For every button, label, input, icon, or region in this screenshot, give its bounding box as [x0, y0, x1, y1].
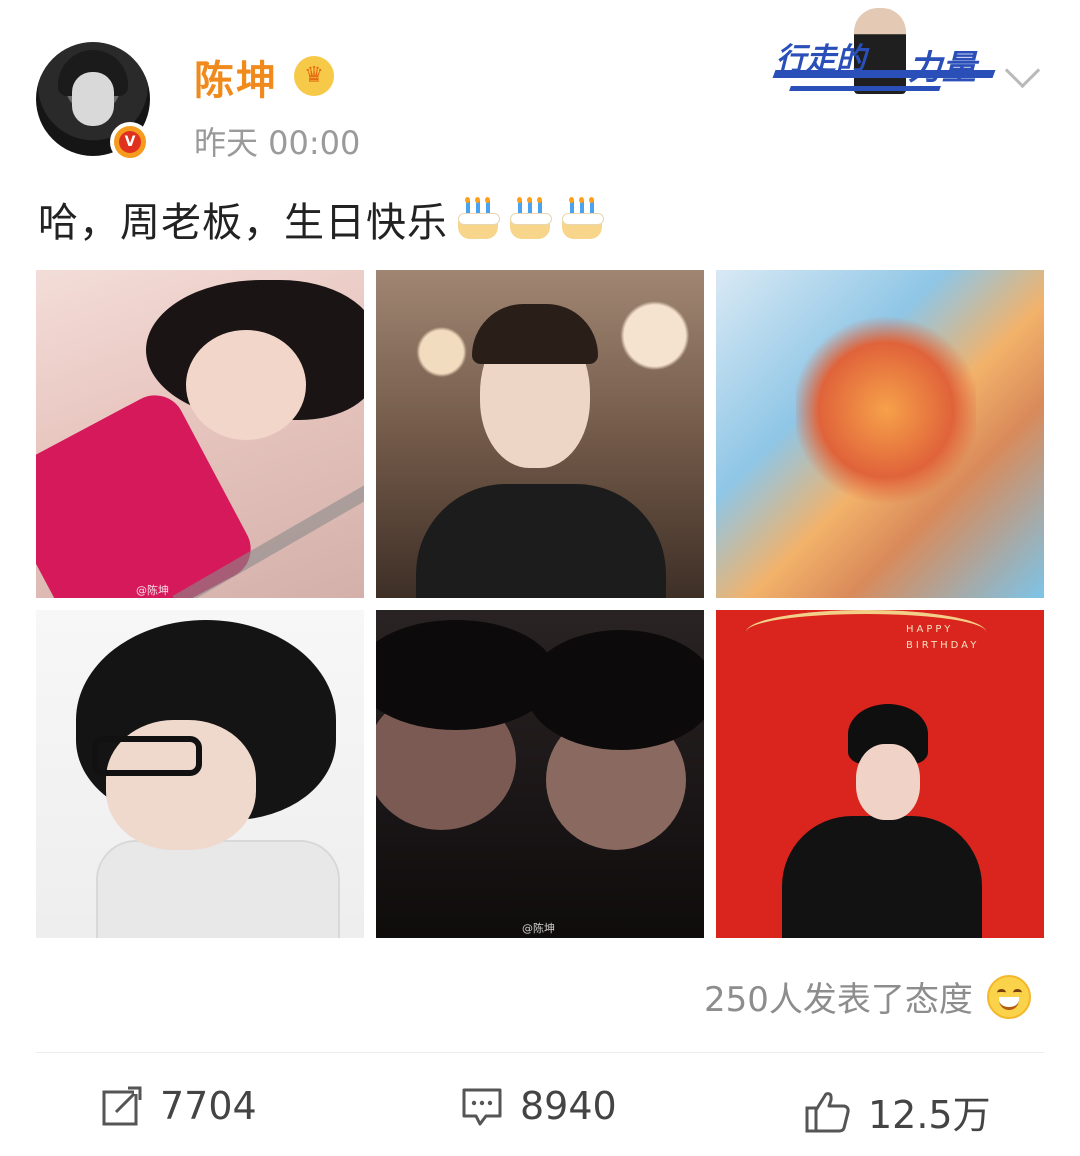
banner-text-line2: 力量 [908, 48, 976, 88]
comment-button[interactable]: 8940 [460, 1084, 617, 1128]
comment-count: 8940 [520, 1084, 617, 1128]
photo-4[interactable] [36, 610, 364, 938]
laugh-emoji-icon [986, 974, 1031, 1019]
post-timestamp: 昨天 00:00 [194, 124, 361, 162]
crown-icon[interactable]: ♛ [294, 56, 334, 96]
photo-2[interactable] [376, 270, 704, 598]
avatar-face [72, 72, 114, 126]
photo-5[interactable]: @陈坤 [376, 610, 704, 938]
author-name[interactable]: 陈坤 [194, 48, 278, 106]
reaction-summary[interactable]: 250人发表了态度 [704, 972, 1031, 1021]
like-count: 12.5万 [868, 1093, 991, 1137]
post-body: 哈，周老板，生日快乐 [38, 190, 604, 248]
promo-banner[interactable]: 行走的 力量 [770, 8, 1000, 100]
chevron-down-icon[interactable] [1004, 52, 1041, 89]
repost-button[interactable]: 7704 [100, 1084, 257, 1128]
divider [36, 1052, 1044, 1053]
weibo-post-card: V 陈坤 ♛ 昨天 00:00 行走的 力量 哈，周老板，生日快乐 @陈坤 @陈… [0, 0, 1080, 1156]
repost-icon [102, 1084, 144, 1126]
cake-emoji-icon [456, 197, 500, 241]
photo-6[interactable]: HAPPY BIRTHDAY [716, 610, 1044, 938]
cake-emoji-icon [560, 197, 604, 241]
repost-count: 7704 [160, 1084, 257, 1128]
reaction-count-text: 250人发表了态度 [704, 980, 973, 1020]
comment-icon [462, 1088, 502, 1126]
like-button[interactable]: 12.5万 [804, 1084, 991, 1139]
verified-v-icon: V [110, 122, 150, 162]
photo-3[interactable] [716, 270, 1044, 598]
banner-text-line1: 行走的 [776, 42, 866, 77]
photo-1[interactable]: @陈坤 [36, 270, 364, 598]
thumbs-up-icon [805, 1091, 850, 1132]
photo-watermark: @陈坤 [136, 584, 169, 597]
cake-emoji-icon [508, 197, 552, 241]
post-text: 哈，周老板，生日快乐 [38, 200, 448, 246]
photo-watermark: @陈坤 [522, 922, 555, 935]
happy-birthday-graphic: HAPPY BIRTHDAY [906, 624, 980, 651]
